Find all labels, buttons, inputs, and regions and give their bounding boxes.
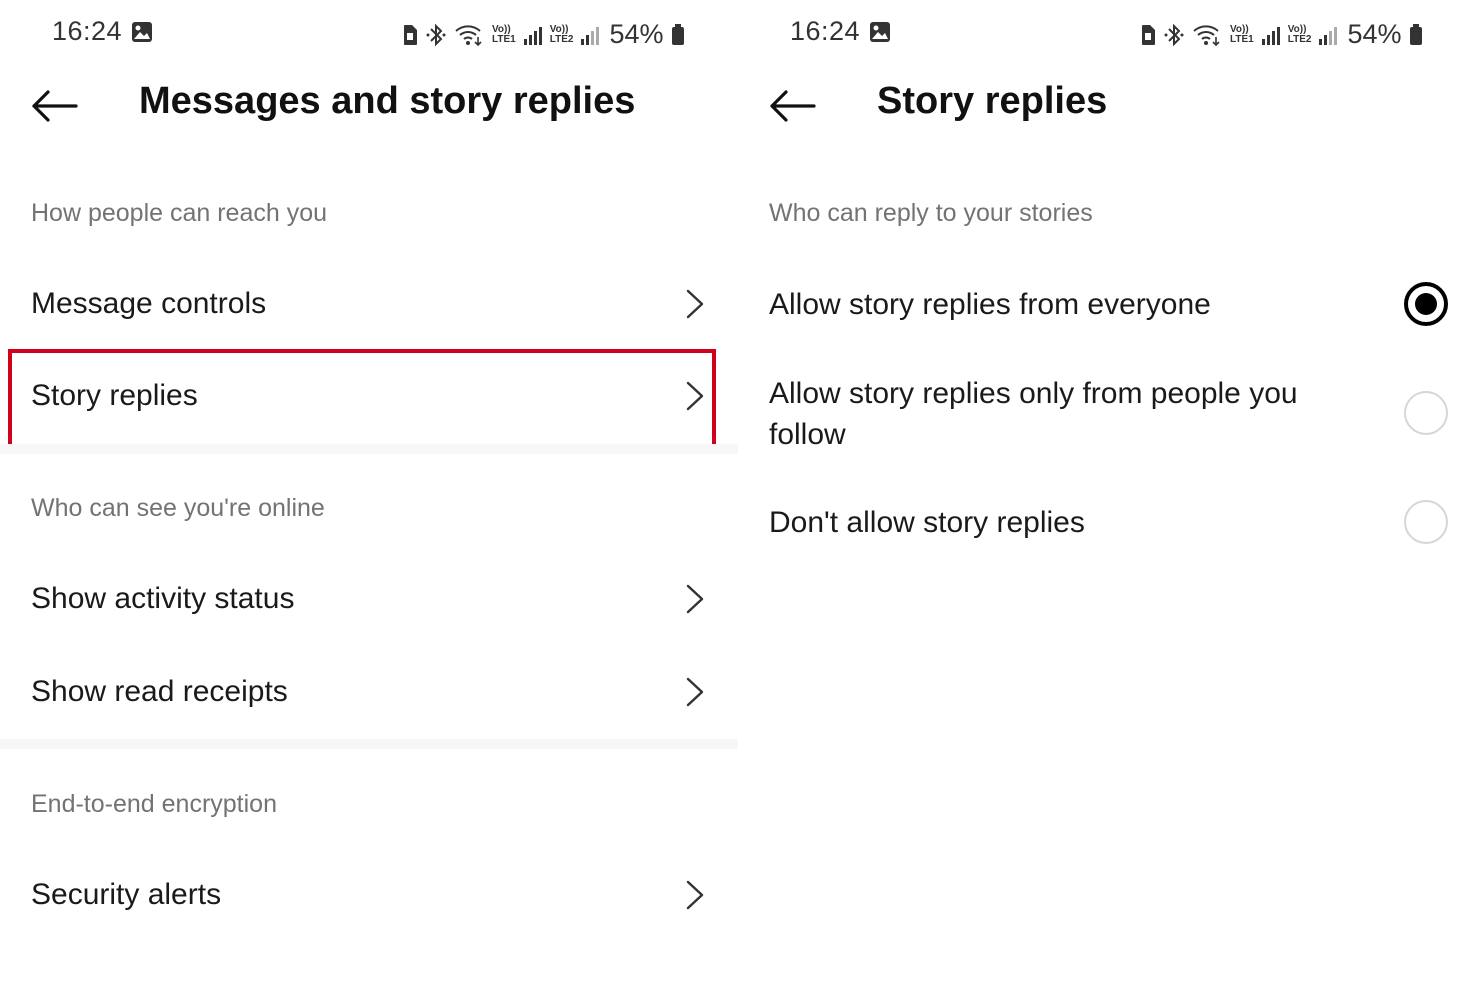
messages-settings-screen: 16:24 Vo)) LTE1 Vo)) LTE2 54% Messages and… — [0, 0, 738, 1000]
menu-item-read-receipts[interactable]: Show read receipts — [0, 647, 738, 737]
battery-percent: 54% — [609, 19, 664, 49]
chevron-right-icon — [686, 880, 704, 910]
menu-item-label: Security alerts — [31, 878, 222, 911]
network-lte2: Vo)) LTE2 — [549, 23, 574, 45]
network-lte2: Vo)) LTE2 — [1287, 23, 1312, 45]
status-icons: Vo)) LTE1 Vo)) LTE2 54% — [402, 19, 685, 50]
status-time: 16:24 — [790, 16, 861, 46]
menu-item-label: Show read receipts — [31, 675, 288, 708]
network-lte1: Vo)) LTE1 — [1230, 23, 1254, 45]
option-label: Allow story replies only from people you… — [769, 377, 1298, 451]
status-bar: 16:24 Vo)) LTE1 Vo)) LTE2 54% — [738, 10, 1478, 54]
chevron-right-icon — [686, 381, 704, 411]
signal-icon — [1261, 25, 1280, 45]
section-heading-reach: How people can reach you — [31, 199, 328, 227]
menu-item-label: Message controls — [31, 287, 267, 320]
header: Story replies — [738, 70, 1478, 140]
menu-item-security-alerts[interactable]: Security alerts — [0, 850, 738, 940]
signal-icon — [523, 25, 542, 45]
option-label: Allow story replies from everyone — [769, 288, 1211, 321]
section-heading-reply: Who can reply to your stories — [769, 199, 1093, 227]
status-bar: 16:24 Vo)) LTE1 Vo)) LTE2 54% — [0, 10, 738, 54]
chevron-right-icon — [686, 289, 704, 319]
option-everyone[interactable]: Allow story replies from everyone — [738, 262, 1478, 348]
back-arrow-icon[interactable] — [766, 84, 818, 128]
option-label: Don't allow story replies — [769, 506, 1085, 539]
section-heading-online: Who can see you're online — [31, 494, 325, 522]
story-replies-screen: 16:24 Vo)) LTE1 Vo)) LTE2 54% Story replie… — [738, 0, 1478, 1000]
radio-unselected[interactable] — [1404, 500, 1448, 544]
section-divider — [0, 739, 738, 749]
menu-item-activity-status[interactable]: Show activity status — [0, 554, 738, 644]
menu-item-label: Show activity status — [31, 582, 295, 615]
section-divider — [0, 444, 738, 454]
battery-percent: 54% — [1347, 19, 1402, 49]
bluetooth-icon — [426, 23, 446, 46]
bluetooth-icon — [1164, 23, 1184, 46]
header: Messages and story replies — [0, 70, 738, 140]
signal-icon — [1319, 25, 1338, 45]
battery-icon — [672, 23, 685, 45]
radio-unselected[interactable] — [1404, 391, 1448, 435]
chevron-right-icon — [686, 584, 704, 614]
menu-item-message-controls[interactable]: Message controls — [0, 259, 738, 349]
chevron-right-icon — [686, 677, 704, 707]
status-time: 16:24 — [52, 16, 123, 46]
sim-icon — [404, 24, 417, 45]
signal-icon — [581, 25, 600, 45]
gallery-icon — [132, 22, 152, 42]
wifi-icon — [1193, 24, 1220, 46]
battery-icon — [1410, 23, 1423, 45]
menu-item-label: Story replies — [31, 379, 198, 412]
gallery-icon — [870, 22, 890, 42]
radio-selected[interactable] — [1404, 282, 1448, 326]
page-title: Messages and story replies — [139, 80, 636, 122]
option-people-you-follow[interactable]: Allow story replies only from people you… — [738, 352, 1478, 472]
network-lte1: Vo)) LTE1 — [492, 23, 516, 45]
option-no-replies[interactable]: Don't allow story replies — [738, 480, 1478, 566]
back-arrow-icon[interactable] — [28, 84, 80, 128]
section-heading-encryption: End-to-end encryption — [31, 790, 277, 818]
wifi-icon — [455, 24, 482, 46]
sim-icon — [1142, 24, 1155, 45]
page-title: Story replies — [877, 80, 1108, 122]
menu-item-story-replies[interactable]: Story replies — [0, 351, 738, 441]
status-icons: Vo)) LTE1 Vo)) LTE2 54% — [1140, 19, 1423, 50]
